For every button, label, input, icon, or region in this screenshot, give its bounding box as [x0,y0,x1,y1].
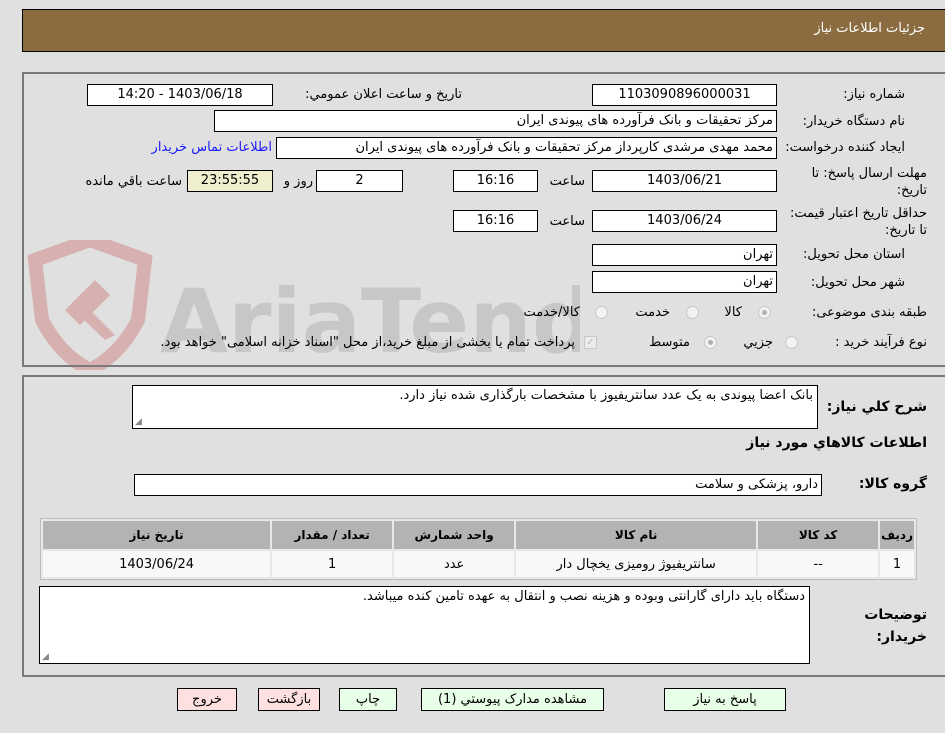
category-label: طبقه بندی موضوعی: [811,305,927,320]
purchase-radio-medium[interactable] [704,336,717,349]
cell-unit: عدد [394,551,515,577]
category-radio-goods-service[interactable] [595,306,608,319]
col-item-name: نام کالا [516,521,757,549]
announce-datetime-field: 1403/06/18 - 14:20 [87,84,273,106]
goods-group-label: گروه کالا: [858,476,927,492]
buyer-org-field: مرکز تحقیقات و بانک فرآورده های پیوندی ا… [214,110,777,132]
requester-label: ایجاد کننده درخواست: [785,140,905,155]
reply-deadline-date: 1403/06/21 [592,170,777,192]
price-validity-date: 1403/06/24 [592,210,777,232]
cell-row-number: 1 [880,551,914,577]
province-field: تهران [592,244,777,266]
treasury-checkbox[interactable]: ✓ [584,336,597,349]
treasury-note: پرداخت تمام یا بخشی از مبلغ خرید،از محل … [160,335,575,350]
buyer-org-label: نام دستگاه خريدار: [802,114,905,129]
purchase-option-medium: متوسط [649,335,690,350]
cell-need-date: 1403/06/24 [43,551,271,577]
col-row-number: رديف [880,521,914,549]
reply-button[interactable]: پاسخ به نياز [664,688,786,711]
cell-item-name: سانتریفیوژ رومیزی یخچال دار [516,551,757,577]
print-button[interactable]: چاپ [339,688,397,711]
category-option-service: خدمت [635,305,670,320]
resize-handle-icon[interactable]: ◢ [135,418,142,427]
buyer-notes-textarea[interactable]: دستگاه باید دارای گارانتی وبوده و هزینه … [39,586,810,664]
requester-field: محمد مهدی مرشدی کارپرداز مرکز تحقیقات و … [276,137,777,159]
description-textarea[interactable]: بانک اعضا پیوندی به یک عدد سانتریفیوز با… [132,385,818,429]
category-radio-service[interactable] [686,306,699,319]
city-label: شهر محل تحویل: [810,275,905,290]
price-time-label: ساعت [549,214,585,229]
goods-group-field: دارو، پزشکی و سلامت [134,474,822,496]
items-table: رديف کد کالا نام کالا واحد شمارش تعداد /… [40,518,917,580]
need-number-field: 1103090896000031 [592,84,777,106]
purchase-radio-minor[interactable] [785,336,798,349]
days-label: روز و [283,174,313,189]
price-validity-label: حداقل تاریخ اعتبار قیمت: تا تاریخ: [789,206,927,238]
description-label: شرح کلي نياز: [826,399,927,415]
col-need-date: تاريخ نياز [43,521,271,549]
purchase-option-minor: جزيي [743,335,773,350]
cell-quantity: 1 [272,551,393,577]
category-radio-goods[interactable] [758,306,771,319]
table-row: 1 -- سانتریفیوژ رومیزی یخچال دار عدد 1 1… [43,551,914,577]
view-attachments-button[interactable]: مشاهده مدارک پيوستي (1) [421,688,604,711]
cell-item-code: -- [758,551,879,577]
items-table-header: رديف کد کالا نام کالا واحد شمارش تعداد /… [43,521,914,549]
purchase-type-label: نوع فرآیند خرید : [835,335,927,350]
remaining-days: 2 [316,170,403,192]
category-option-goods: کالا [724,305,742,320]
province-label: استان محل تحویل: [803,247,905,262]
exit-button[interactable]: خروج [177,688,237,711]
reply-deadline-label: مهلت ارسال پاسخ: تا تاریخ: [811,166,927,198]
need-number-label: شماره نیاز: [843,87,905,102]
announce-datetime-label: تاریخ و ساعت اعلان عمومي: [305,87,462,102]
col-item-code: کد کالا [758,521,879,549]
page-header: جزئیات اطلاعات نیاز [22,9,945,52]
remaining-time: 23:55:55 [187,170,273,192]
buyer-notes-label: توضيحات خريدار: [864,607,927,645]
col-quantity: تعداد / مقدار [272,521,393,549]
reply-deadline-time: 16:16 [453,170,538,192]
remaining-label: ساعت باقي مانده [85,174,182,189]
goods-section-title: اطلاعات کالاهاي مورد نياز [746,435,927,451]
category-option-goods-service: کالا/خدمت [523,305,580,320]
description-text: بانک اعضا پیوندی به یک عدد سانتریفیوز با… [399,388,813,403]
buyer-contact-link[interactable]: اطلاعات تماس خريدار [152,140,272,155]
back-button[interactable]: بازگشت [258,688,320,711]
price-validity-time: 16:16 [453,210,538,232]
col-unit: واحد شمارش [394,521,515,549]
city-field: تهران [592,271,777,293]
page-title: جزئیات اطلاعات نیاز [814,21,925,36]
buyer-notes-text: دستگاه باید دارای گارانتی وبوده و هزینه … [362,589,805,604]
reply-time-label: ساعت [549,174,585,189]
resize-handle-icon[interactable]: ◢ [42,653,49,662]
